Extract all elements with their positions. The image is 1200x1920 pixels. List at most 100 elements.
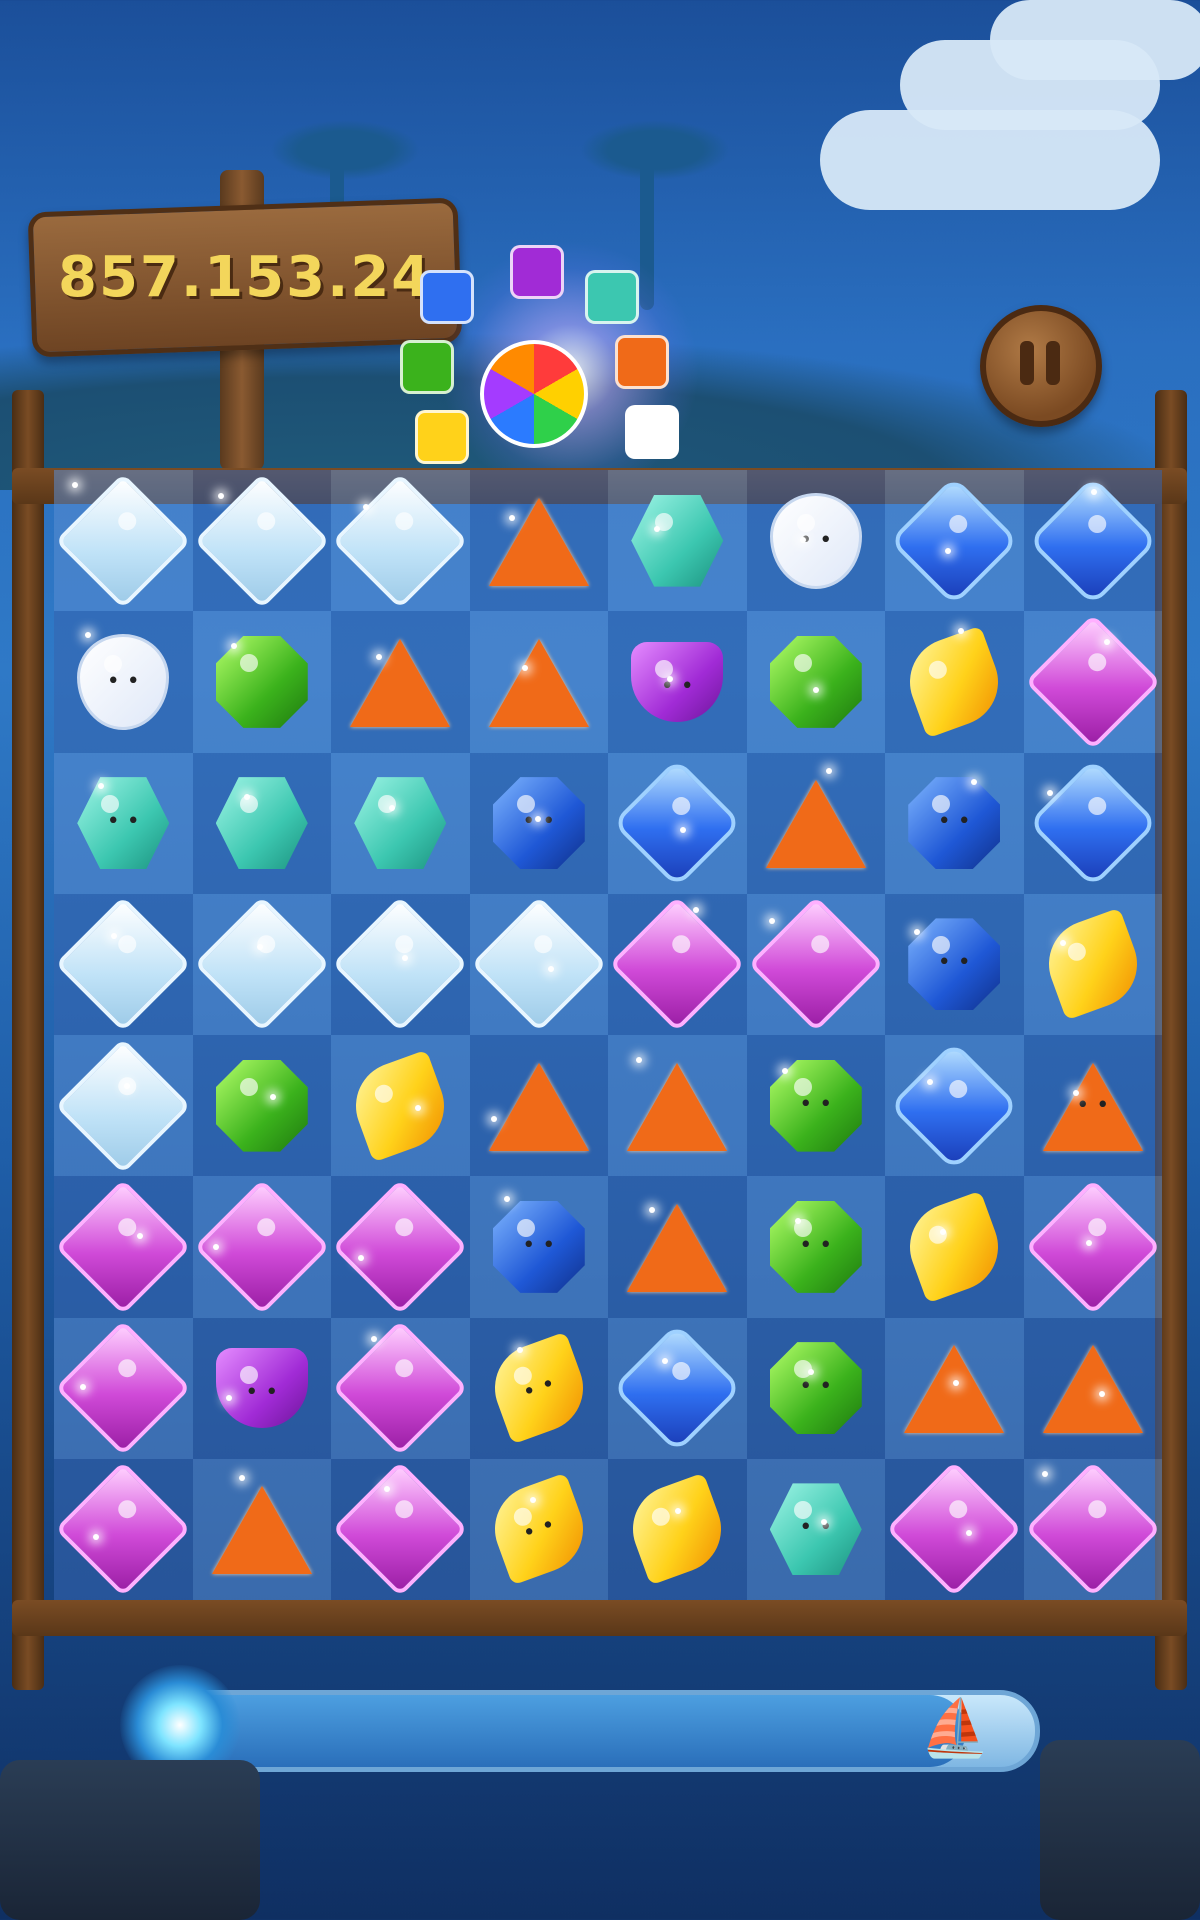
- hex-gem-icon[interactable]: [631, 494, 724, 587]
- board-cell[interactable]: [331, 470, 470, 612]
- board-cell[interactable]: [192, 1458, 331, 1600]
- board-cell[interactable]: [54, 611, 193, 753]
- board-cell[interactable]: [746, 470, 885, 612]
- tri-gem-icon[interactable]: [488, 496, 589, 586]
- pink-gem-icon[interactable]: [55, 1461, 192, 1598]
- board-cell[interactable]: [192, 470, 331, 612]
- yellowface-gem-icon[interactable]: [482, 1472, 596, 1586]
- octa-gem-icon[interactable]: [492, 777, 585, 870]
- purple-gem-icon[interactable]: [631, 641, 724, 722]
- diamond-gem-icon[interactable]: [470, 896, 607, 1033]
- octa-gem-icon[interactable]: [908, 918, 1001, 1011]
- diamond-gem-icon[interactable]: [193, 896, 330, 1033]
- board-cell[interactable]: [1023, 752, 1162, 894]
- board-cell[interactable]: [469, 1176, 608, 1318]
- board-cell[interactable]: [746, 611, 885, 753]
- board-cell[interactable]: [469, 1035, 608, 1177]
- blue-gem-icon[interactable]: [612, 758, 743, 889]
- diamond-gem-icon[interactable]: [55, 896, 192, 1033]
- octa-gem-icon[interactable]: [492, 1200, 585, 1293]
- board-cell[interactable]: [469, 1317, 608, 1459]
- board-cell[interactable]: [1023, 1035, 1162, 1177]
- board-cell[interactable]: [54, 752, 193, 894]
- board-cell[interactable]: [469, 893, 608, 1035]
- greenface-gem-icon[interactable]: [769, 1200, 862, 1293]
- tri-gem-icon[interactable]: [211, 1484, 312, 1575]
- board-cell[interactable]: [54, 1035, 193, 1177]
- hexface-gem-icon[interactable]: [77, 777, 170, 870]
- blue-gem-icon[interactable]: [889, 475, 1020, 606]
- board-cell[interactable]: [885, 752, 1024, 894]
- board-cell[interactable]: [192, 1317, 331, 1459]
- board-cell[interactable]: [54, 893, 193, 1035]
- board-cell[interactable]: [1023, 470, 1162, 612]
- board-cell[interactable]: [608, 1458, 747, 1600]
- board-cell[interactable]: [885, 893, 1024, 1035]
- tri-gem-icon[interactable]: [350, 637, 451, 727]
- board-cell[interactable]: [54, 1458, 193, 1600]
- board-cell[interactable]: [1023, 1458, 1162, 1600]
- board-cell[interactable]: [331, 1035, 470, 1177]
- pink-gem-icon[interactable]: [332, 1461, 469, 1598]
- board-cell[interactable]: [192, 893, 331, 1035]
- board-cell[interactable]: [885, 611, 1024, 753]
- board-cell[interactable]: [746, 752, 885, 894]
- pink-gem-icon[interactable]: [332, 1178, 469, 1315]
- pink-gem-icon[interactable]: [886, 1461, 1023, 1598]
- board-cell[interactable]: [331, 611, 470, 753]
- board-cell[interactable]: [746, 893, 885, 1035]
- board-cell[interactable]: [469, 611, 608, 753]
- ghost-gem-icon[interactable]: [77, 633, 170, 730]
- pink-gem-icon[interactable]: [1024, 1178, 1161, 1315]
- pink-gem-icon[interactable]: [55, 1178, 192, 1315]
- board-cell[interactable]: [54, 470, 193, 612]
- board-cell[interactable]: [54, 1317, 193, 1459]
- board-cell[interactable]: [608, 470, 747, 612]
- diamond-gem-icon[interactable]: [193, 472, 330, 609]
- board-cell[interactable]: [608, 1176, 747, 1318]
- pink-gem-icon[interactable]: [609, 896, 746, 1033]
- board-cell[interactable]: [746, 1458, 885, 1600]
- board-cell[interactable]: [469, 1458, 608, 1600]
- greenface-gem-icon[interactable]: [769, 1342, 862, 1435]
- pink-gem-icon[interactable]: [332, 1320, 469, 1457]
- board-cell[interactable]: [1023, 611, 1162, 753]
- board-cell[interactable]: [469, 752, 608, 894]
- board-cell[interactable]: [608, 893, 747, 1035]
- purple-gem-icon[interactable]: [215, 1348, 308, 1429]
- pink-gem-icon[interactable]: [55, 1320, 192, 1457]
- board-cell[interactable]: [885, 1458, 1024, 1600]
- board-cell[interactable]: [192, 752, 331, 894]
- hexface-gem-icon[interactable]: [769, 1483, 862, 1576]
- green-gem-icon[interactable]: [215, 635, 308, 728]
- board-cell[interactable]: [192, 611, 331, 753]
- board-cell[interactable]: [54, 1176, 193, 1318]
- board-cell[interactable]: [608, 752, 747, 894]
- board-cell[interactable]: [331, 1458, 470, 1600]
- board-cell[interactable]: [608, 611, 747, 753]
- board-cell[interactable]: [331, 752, 470, 894]
- board-cell[interactable]: [1023, 1317, 1162, 1459]
- board-cell[interactable]: [885, 470, 1024, 612]
- diamond-gem-icon[interactable]: [332, 896, 469, 1033]
- tri-gem-icon[interactable]: [488, 637, 589, 727]
- pink-gem-icon[interactable]: [1024, 613, 1161, 750]
- board-cell[interactable]: [885, 1176, 1024, 1318]
- tri-gem-icon[interactable]: [765, 778, 866, 869]
- tri-gem-icon[interactable]: [904, 1343, 1005, 1434]
- board-cell[interactable]: [885, 1317, 1024, 1459]
- board-cell[interactable]: [192, 1176, 331, 1318]
- board-cell[interactable]: [331, 893, 470, 1035]
- yellow-gem-icon[interactable]: [897, 625, 1011, 739]
- board-cell[interactable]: [1023, 1176, 1162, 1318]
- tri-gem-icon[interactable]: [627, 1202, 728, 1292]
- board-cell[interactable]: [885, 1035, 1024, 1177]
- yellow-gem-icon[interactable]: [897, 1190, 1011, 1304]
- hex-gem-icon[interactable]: [215, 777, 308, 870]
- board-cell[interactable]: [608, 1317, 747, 1459]
- blue-gem-icon[interactable]: [1027, 758, 1158, 889]
- tri-gem-icon[interactable]: [1042, 1343, 1143, 1434]
- board-cell[interactable]: [608, 1035, 747, 1177]
- board-cell[interactable]: [469, 470, 608, 612]
- hex-gem-icon[interactable]: [354, 777, 447, 870]
